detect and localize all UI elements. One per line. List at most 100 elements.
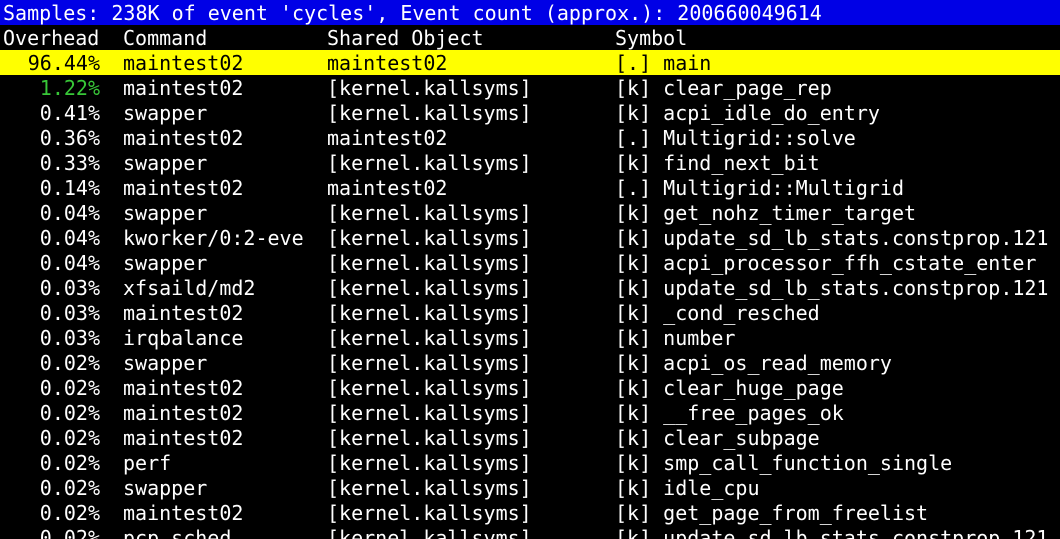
shared-object-value: [kernel.kallsyms] [327, 151, 532, 175]
symbol-value: [k] clear_page_rep [615, 76, 832, 100]
symbol-value: [k] get_page_from_freelist [615, 501, 929, 525]
table-row[interactable]: 0.02% maintest02 [kernel.kallsyms] [k] clea… [0, 375, 1060, 400]
shared-object-value: [kernel.kallsyms] [327, 251, 532, 275]
command-value: maintest02 [123, 51, 244, 75]
shared-object-value: [kernel.kallsyms] [327, 76, 532, 100]
command-value: swapper [123, 151, 208, 175]
column-header-row: Overhead Command Shared Object Symbol [0, 25, 1060, 50]
symbol-value: [k] acpi_processor_ffh_cstate_enter [615, 251, 1037, 275]
shared-object-value: [kernel.kallsyms] [327, 376, 532, 400]
overhead-value: 0.03% [39, 301, 100, 325]
command-value: perf [123, 451, 172, 475]
overhead-value: 0.02% [39, 451, 100, 475]
shared-object-value: [kernel.kallsyms] [327, 351, 532, 375]
table-row[interactable]: 0.03% xfsaild/md2 [kernel.kallsyms] [k] upd… [0, 275, 1060, 300]
table-row[interactable]: 0.02% swapper [kernel.kallsyms] [k] acpi_os… [0, 350, 1060, 375]
command-value: maintest02 [123, 176, 244, 200]
table-row[interactable]: 0.04% kworker/0:2-eve [kernel.kallsyms] [k]… [0, 225, 1060, 250]
shared-object-value: [kernel.kallsyms] [327, 451, 532, 475]
overhead-value: 0.02% [39, 501, 100, 525]
shared-object-value: [kernel.kallsyms] [327, 226, 532, 250]
overhead-value: 0.02% [39, 526, 100, 539]
command-value: swapper [123, 101, 208, 125]
table-row[interactable]: 0.33% swapper [kernel.kallsyms] [k] find_ne… [0, 150, 1060, 175]
overhead-value: 96.44% [27, 51, 100, 75]
command-value: maintest02 [123, 426, 244, 450]
symbol-value: [k] _cond_resched [615, 301, 820, 325]
overhead-value: 1.22% [39, 76, 100, 100]
table-row[interactable]: 0.02% perf [kernel.kallsyms] [k] smp_call_f… [0, 450, 1060, 475]
shared-object-value: [kernel.kallsyms] [327, 101, 532, 125]
shared-object-value: [kernel.kallsyms] [327, 526, 532, 539]
overhead-value: 0.33% [39, 151, 100, 175]
overhead-value: 0.02% [39, 426, 100, 450]
overhead-value: 0.04% [39, 226, 100, 250]
shared-object-value: [kernel.kallsyms] [327, 201, 532, 225]
table-row[interactable]: 0.02% pcp_sched [kernel.kallsyms] [k] updat… [0, 525, 1060, 539]
symbol-value: [.] main [615, 51, 712, 75]
overhead-value: 0.02% [39, 376, 100, 400]
overhead-value: 0.03% [39, 326, 100, 350]
shared-object-value: [kernel.kallsyms] [327, 401, 532, 425]
table-row[interactable]: 0.02% swapper [kernel.kallsyms] [k] idle_cp… [0, 475, 1060, 500]
overhead-value: 0.14% [39, 176, 100, 200]
symbol-column-header[interactable]: Symbol [615, 25, 687, 50]
shared-object-value: maintest02 [327, 176, 448, 200]
symbol-value: [k] __free_pages_ok [615, 401, 844, 425]
command-value: xfsaild/md2 [123, 276, 256, 300]
symbol-value: [k] number [615, 326, 736, 350]
overhead-value: 0.02% [39, 351, 100, 375]
shared-object-value: [kernel.kallsyms] [327, 476, 532, 500]
table-row[interactable]: 0.41% swapper [kernel.kallsyms] [k] acpi_id… [0, 100, 1060, 125]
command-value: swapper [123, 476, 208, 500]
overhead-value: 0.04% [39, 251, 100, 275]
command-value: kworker/0:2-eve [123, 226, 304, 250]
table-row[interactable]: 0.02% maintest02 [kernel.kallsyms] [k] get_… [0, 500, 1060, 525]
shared-object-value: [kernel.kallsyms] [327, 426, 532, 450]
symbol-value: [k] find_next_bit [615, 151, 820, 175]
command-value: maintest02 [123, 501, 244, 525]
overhead-value: 0.02% [39, 401, 100, 425]
symbol-value: [.] Multigrid::Multigrid [615, 176, 904, 200]
table-row[interactable]: 0.14% maintest02 maintest02 [.] Multigrid::… [0, 175, 1060, 200]
symbol-value: [k] acpi_idle_do_entry [615, 101, 880, 125]
command-value: maintest02 [123, 76, 244, 100]
shared-object-value: maintest02 [327, 51, 448, 75]
table-row-selected[interactable]: 96.44% maintest02 maintest02 [.] main [0, 50, 1060, 75]
command-value: swapper [123, 201, 208, 225]
command-value: swapper [123, 351, 208, 375]
symbol-value: [k] get_nohz_timer_target [615, 201, 917, 225]
command-value: swapper [123, 251, 208, 275]
perf-report-terminal: Samples: 238K of event 'cycles', Event c… [0, 0, 1060, 539]
overhead-value: 0.04% [39, 201, 100, 225]
table-row[interactable]: 0.36% maintest02 maintest02 [.] Multigrid::… [0, 125, 1060, 150]
command-column-header[interactable]: Command [123, 25, 207, 50]
overhead-value: 0.36% [39, 126, 100, 150]
symbol-value: [k] clear_subpage [615, 426, 820, 450]
overhead-column-header[interactable]: Overhead [3, 25, 99, 50]
symbol-value: [k] update_sd_lb_stats.constprop.121 [615, 226, 1049, 250]
overhead-value: 0.02% [39, 476, 100, 500]
samples-summary-bar: Samples: 238K of event 'cycles', Event c… [0, 0, 1060, 25]
overhead-value: 0.41% [39, 101, 100, 125]
table-row[interactable]: 0.04% swapper [kernel.kallsyms] [k] get_noh… [0, 200, 1060, 225]
symbol-value: [k] update_sd_lb_stats.constprop.121 [615, 276, 1049, 300]
command-value: irqbalance [123, 326, 244, 350]
table-row[interactable]: 1.22% maintest02 [kernel.kallsyms] [k] clea… [0, 75, 1060, 100]
shared-object-column-header[interactable]: Shared Object [327, 25, 484, 50]
command-value: maintest02 [123, 401, 244, 425]
command-value: maintest02 [123, 376, 244, 400]
shared-object-value: [kernel.kallsyms] [327, 276, 532, 300]
table-row[interactable]: 0.02% maintest02 [kernel.kallsyms] [k] __fr… [0, 400, 1060, 425]
shared-object-value: [kernel.kallsyms] [327, 326, 532, 350]
symbol-value: [k] smp_call_function_single [615, 451, 953, 475]
command-value: pcp_sched [123, 526, 232, 539]
table-row[interactable]: 0.04% swapper [kernel.kallsyms] [k] acpi_pr… [0, 250, 1060, 275]
shared-object-value: maintest02 [327, 126, 448, 150]
table-row[interactable]: 0.02% maintest02 [kernel.kallsyms] [k] clea… [0, 425, 1060, 450]
symbol-value: [k] clear_huge_page [615, 376, 844, 400]
symbol-value: [k] update_sd_lb_stats.constprop.121 [615, 526, 1049, 539]
table-row[interactable]: 0.03% irqbalance [kernel.kallsyms] [k] numb… [0, 325, 1060, 350]
table-row[interactable]: 0.03% maintest02 [kernel.kallsyms] [k] _con… [0, 300, 1060, 325]
symbol-value: [k] idle_cpu [615, 476, 760, 500]
